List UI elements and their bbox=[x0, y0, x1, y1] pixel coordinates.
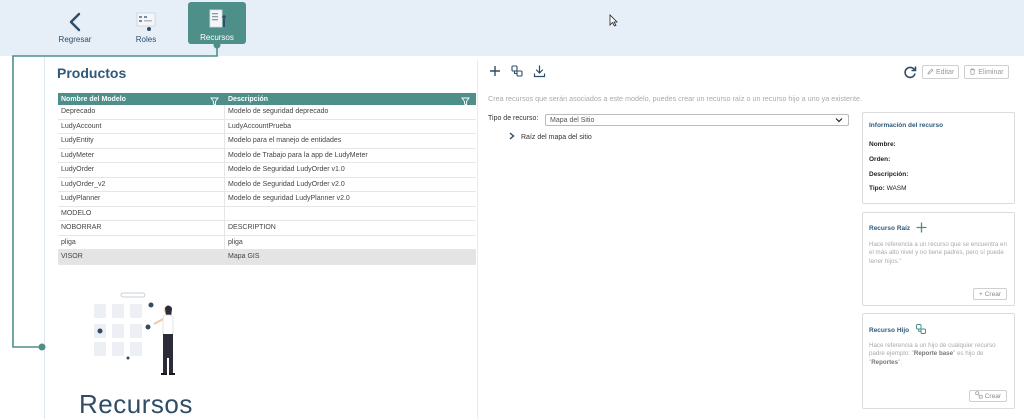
child-resource-card: Recurso Hijo Hace referencia a un hijo d… bbox=[862, 313, 1015, 409]
cell-description: Modelo de Trabajo para la app de LudyMet… bbox=[228, 151, 368, 159]
column-header-model-name[interactable]: Nombre del Modelo bbox=[58, 96, 225, 106]
cell-model-name: LudyEntity bbox=[58, 134, 225, 148]
back-button-label: Regresar bbox=[58, 35, 92, 44]
panel-divider bbox=[477, 60, 478, 419]
info-name: Nombre: bbox=[869, 141, 896, 148]
cell-model-name: LudyOrder_v2 bbox=[58, 177, 225, 191]
mouse-cursor-icon bbox=[609, 14, 618, 32]
info-order: Orden: bbox=[869, 156, 891, 163]
info-description: Descripción: bbox=[869, 171, 909, 178]
resource-type-select[interactable]: Mapa del Sitio bbox=[545, 114, 849, 126]
table-row[interactable]: LudyOrder Modelo de Seguridad LudyOrder v… bbox=[58, 163, 476, 178]
cell-description: pliga bbox=[228, 238, 243, 246]
cell-model-name: LudyMeter bbox=[58, 148, 225, 162]
models-table: Nombre del Modelo Descripción Deprecado M… bbox=[58, 93, 476, 265]
cell-model-name: LudyAccount bbox=[58, 119, 225, 133]
resources-illustration bbox=[94, 292, 175, 375]
cell-model-name: Deprecado bbox=[58, 105, 225, 119]
cell-model-name: VISOR bbox=[58, 250, 225, 264]
chevron-left-icon bbox=[68, 9, 82, 35]
tree-root-node[interactable]: Raíz del mapa del sitio bbox=[508, 132, 592, 142]
cell-description: Modelo de Seguridad LudyOrder v2.0 bbox=[228, 180, 345, 188]
add-child-icon bbox=[975, 391, 983, 401]
cell-description: Modelo de seguridad LudyPlanner v2.0 bbox=[228, 195, 350, 203]
table-row[interactable]: LudyMeter Modelo de Trabajo para la app d… bbox=[58, 148, 476, 163]
add-child-icon[interactable] bbox=[510, 64, 524, 78]
roles-button-label: Roles bbox=[135, 35, 157, 44]
table-row[interactable]: LudyAccount LudyAccountPrueba bbox=[58, 119, 476, 134]
cell-model-name: LudyOrder bbox=[58, 163, 225, 177]
table-row[interactable]: MODELO bbox=[58, 206, 476, 221]
tree-root-label: Raíz del mapa del sitio bbox=[521, 133, 592, 141]
page-title: Productos bbox=[57, 65, 127, 81]
table-row[interactable]: LudyPlanner Modelo de seguridad LudyPlann… bbox=[58, 192, 476, 207]
card-title: Recurso Raíz bbox=[869, 222, 927, 235]
info-type: Tipo: WASM bbox=[869, 185, 907, 192]
chevron-right-icon[interactable] bbox=[508, 132, 515, 142]
top-navigation-bar: Regresar Roles Recursos bbox=[0, 0, 1024, 56]
download-icon[interactable] bbox=[532, 64, 546, 78]
cell-model-name: LudyPlanner bbox=[58, 192, 225, 206]
root-resource-card: Recurso Raíz Hace referencia a un recurs… bbox=[862, 212, 1015, 306]
cell-description: DESCRIPTION bbox=[228, 224, 276, 232]
resource-actions: Editar Eliminar bbox=[903, 65, 1009, 79]
table-row[interactable]: LudyOrder_v2 Modelo de Seguridad LudyOrde… bbox=[58, 177, 476, 192]
cell-description: Modelo de seguridad deprecado bbox=[228, 108, 329, 116]
pencil-icon bbox=[927, 68, 934, 77]
table-row[interactable]: pliga pliga bbox=[58, 235, 476, 250]
card-title: Recurso Hijo bbox=[869, 323, 927, 337]
table-header: Nombre del Modelo Descripción bbox=[58, 93, 476, 106]
create-child-button[interactable]: Crear bbox=[968, 390, 1007, 402]
edit-button-label: Editar bbox=[936, 68, 955, 76]
table-row[interactable]: NOBORRAR DESCRIPTION bbox=[58, 221, 476, 236]
cell-description: Modelo de Seguridad LudyOrder v1.0 bbox=[228, 166, 345, 174]
refresh-icon[interactable] bbox=[903, 65, 917, 79]
resources-button[interactable]: Recursos bbox=[188, 2, 246, 44]
child-resource-description: Hace referencia a un hijo de cualquier r… bbox=[869, 342, 996, 366]
roles-button[interactable]: Roles bbox=[128, 2, 164, 44]
table-row[interactable]: Deprecado Modelo de seguridad deprecado bbox=[58, 105, 476, 120]
card-title: Información del recurso bbox=[869, 122, 944, 129]
delete-button-label: Eliminar bbox=[978, 68, 1004, 76]
chevron-down-icon bbox=[835, 116, 843, 126]
plus-icon[interactable] bbox=[488, 64, 502, 78]
root-resource-description: Hace referencia a un recurso que se encu… bbox=[869, 241, 1007, 265]
back-button[interactable]: Regresar bbox=[56, 2, 94, 44]
resources-button-label: Recursos bbox=[200, 33, 234, 42]
table-row-selected[interactable]: VISOR Mapa GIS bbox=[58, 250, 476, 265]
resources-hint: Crea recursos que serán asociados a este… bbox=[488, 94, 862, 103]
delete-button[interactable]: Eliminar bbox=[964, 65, 1009, 79]
resource-info-card: Información del recurso Nombre: Orden: D… bbox=[862, 112, 1015, 204]
plus-icon: + bbox=[978, 290, 983, 298]
resource-toolbar bbox=[488, 64, 546, 78]
trash-icon bbox=[969, 68, 976, 77]
resources-icon bbox=[206, 7, 228, 33]
cell-model-name: NOBORRAR bbox=[58, 221, 225, 235]
edit-button[interactable]: Editar bbox=[922, 65, 960, 79]
plus-icon[interactable] bbox=[916, 222, 927, 235]
section-heading: Recursos bbox=[79, 389, 193, 419]
cell-description: Modelo para el manejo de entidades bbox=[228, 137, 342, 145]
resource-type-value: Mapa del Sitio bbox=[550, 116, 595, 124]
column-header-description[interactable]: Descripción bbox=[225, 96, 476, 106]
add-child-icon[interactable] bbox=[915, 323, 927, 337]
create-root-button[interactable]: + Crear bbox=[972, 288, 1007, 300]
cell-description bbox=[225, 207, 476, 221]
cell-description: LudyAccountPrueba bbox=[228, 122, 292, 130]
cell-model-name: MODELO bbox=[58, 206, 225, 220]
cell-model-name: pliga bbox=[58, 235, 225, 249]
roles-icon bbox=[135, 9, 157, 35]
resource-type-label: Tipo de recurso: bbox=[488, 115, 539, 122]
table-row[interactable]: LudyEntity Modelo para el manejo de entid… bbox=[58, 134, 476, 149]
cell-description: Mapa GIS bbox=[228, 253, 260, 261]
